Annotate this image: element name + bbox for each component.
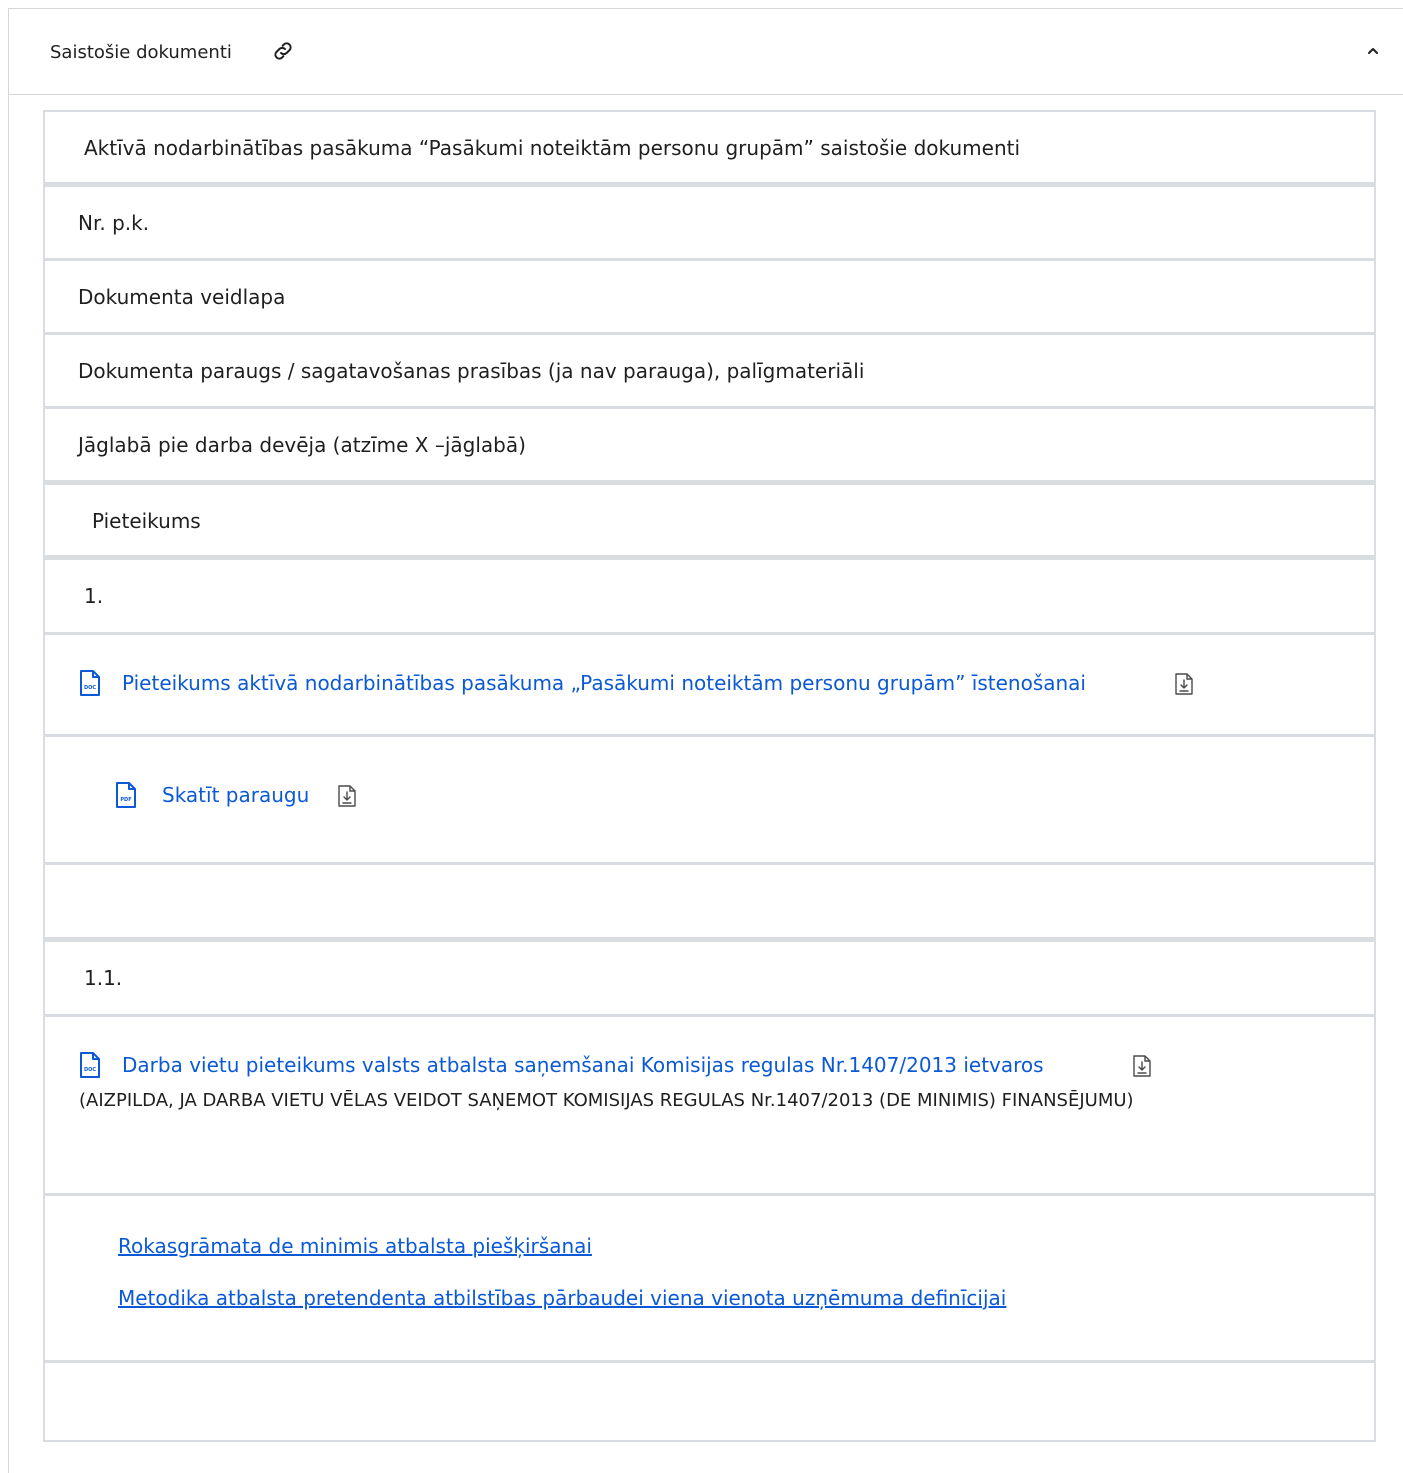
table-caption-row: Aktīvā nodarbinātības pasākuma “Pasākumi… bbox=[45, 112, 1374, 182]
section-row: Pieteikums bbox=[45, 485, 1374, 555]
form-link-wrap: Darba vietu pieteikums valsts atbalsta s… bbox=[122, 1053, 1044, 1077]
row-number: 1.1. bbox=[84, 966, 123, 990]
section-title: Pieteikums bbox=[92, 509, 201, 533]
accordion-header[interactable]: Saistošie dokumenti bbox=[9, 9, 1403, 95]
table-caption: Aktīvā nodarbinātības pasākuma “Pasākumi… bbox=[84, 136, 1021, 160]
row-number: 1. bbox=[84, 584, 104, 608]
header-cell-number: Nr. p.k. bbox=[45, 187, 1374, 258]
doc-file-icon: DOC bbox=[80, 670, 100, 696]
table-row: 1. bbox=[45, 560, 1374, 632]
form-link-wrap: Pieteikums aktīvā nodarbinātības pasākum… bbox=[122, 671, 1086, 695]
header-cell-keep: Jāglabā pie darba devēja (atzīme X –jāgl… bbox=[45, 409, 1374, 480]
doc-file-icon: DOC bbox=[80, 1052, 100, 1078]
svg-text:PDF: PDF bbox=[120, 797, 131, 803]
row-sample-cell: PDF Skatīt paraugu bbox=[45, 737, 1374, 862]
form-download-link[interactable]: Darba vietu pieteikums valsts atbalsta s… bbox=[122, 1053, 1044, 1077]
methodology-link[interactable]: Metodika atbalsta pretendenta atbilstība… bbox=[118, 1286, 1006, 1310]
download-icon[interactable] bbox=[1132, 1054, 1152, 1078]
sample-link-wrap: Skatīt paraugu bbox=[162, 783, 309, 807]
header-form: Dokumenta veidlapa bbox=[78, 285, 286, 309]
accordion-title: Saistošie dokumenti bbox=[50, 42, 232, 63]
svg-text:DOC: DOC bbox=[84, 685, 96, 691]
row-form-cell: DOC Pieteikums aktīvā nodarbinātības pas… bbox=[45, 635, 1374, 734]
form-download-link[interactable]: Pieteikums aktīvā nodarbinātības pasākum… bbox=[122, 671, 1086, 695]
link-icon[interactable] bbox=[271, 39, 295, 63]
documents-table: Aktīvā nodarbinātības pasākuma “Pasākumi… bbox=[43, 110, 1376, 1442]
header-cell-sample: Dokumenta paraugs / sagatavošanas prasīb… bbox=[45, 335, 1374, 406]
form-note: (AIZPILDA, JA DARBA VIETU VĒLAS VEIDOT S… bbox=[79, 1090, 1134, 1111]
row-keep-cell bbox=[45, 865, 1374, 937]
chevron-up-icon[interactable] bbox=[1364, 42, 1382, 60]
header-number: Nr. p.k. bbox=[78, 211, 150, 235]
header-sample: Dokumenta paraugs / sagatavošanas prasīb… bbox=[78, 359, 865, 383]
handbook-link[interactable]: Rokasgrāmata de minimis atbalsta piešķir… bbox=[118, 1234, 592, 1258]
header-cell-form: Dokumenta veidlapa bbox=[45, 261, 1374, 332]
row-keep-cell bbox=[45, 1363, 1374, 1440]
header-keep: Jāglabā pie darba devēja (atzīme X –jāgl… bbox=[78, 433, 526, 457]
download-icon[interactable] bbox=[1174, 672, 1194, 696]
sample-view-link[interactable]: Skatīt paraugu bbox=[162, 783, 309, 807]
pdf-file-icon: PDF bbox=[116, 782, 136, 808]
download-icon[interactable] bbox=[337, 784, 357, 808]
table-row: 1.1. bbox=[45, 942, 1374, 1014]
svg-text:DOC: DOC bbox=[84, 1067, 96, 1073]
row-form-cell: DOC Darba vietu pieteikums valsts atbals… bbox=[45, 1017, 1374, 1193]
row-sample-cell: Rokasgrāmata de minimis atbalsta piešķir… bbox=[45, 1196, 1374, 1360]
